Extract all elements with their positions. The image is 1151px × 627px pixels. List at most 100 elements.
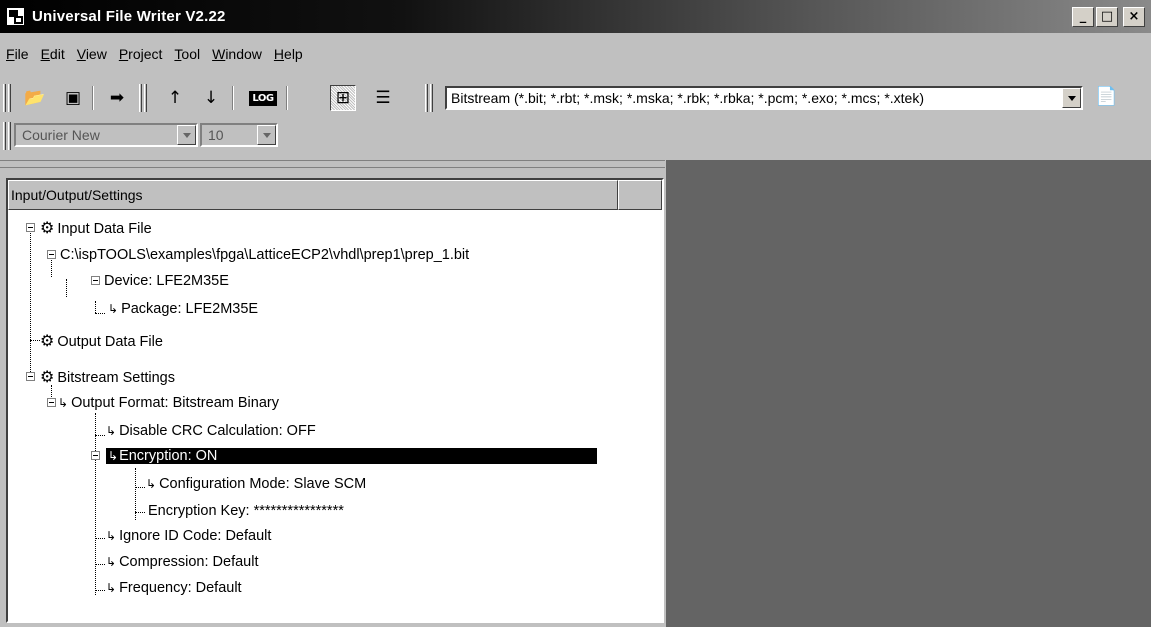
collapse-toggle[interactable] [47, 250, 56, 259]
tree-node-label: Compression: Default [119, 554, 259, 570]
font-name-dropdown-button[interactable] [177, 125, 196, 145]
property-arrow-icon: ↳ [106, 555, 117, 569]
open-folder-icon[interactable]: 📂 [22, 85, 48, 111]
tree-node-disable-crc[interactable]: ↳ Disable CRC Calculation: OFF [106, 420, 318, 442]
tree-node-frequency[interactable]: ↳ Frequency: Default [106, 577, 244, 599]
tree-view-icon[interactable]: ⊞ [330, 85, 356, 111]
font-size-select[interactable]: 10 [200, 123, 278, 147]
menu-edit-label: dit [49, 46, 65, 62]
app-icon[interactable] [6, 7, 25, 26]
tree-node-output-data-file[interactable]: ⚙ Output Data File [40, 330, 165, 352]
tree-connector [95, 564, 105, 565]
tree-node-label: Ignore ID Code: Default [119, 528, 272, 544]
property-arrow-icon: ↳ [58, 396, 69, 410]
property-arrow-icon: ↳ [108, 302, 119, 316]
close-button[interactable]: × [1123, 7, 1145, 27]
property-arrow-icon: ↳ [146, 477, 157, 491]
menu-view[interactable]: View [71, 44, 113, 68]
minimize-button[interactable]: _ [1072, 7, 1094, 27]
menu-file-label: ile [14, 46, 29, 62]
tree-node-encryption[interactable]: ↳Encryption: ON [106, 445, 598, 467]
title-bar: Universal File Writer V2.22 _ □ × [0, 0, 1151, 33]
tree-node-compression[interactable]: ↳ Compression: Default [106, 551, 260, 573]
toolbar-grip[interactable] [144, 84, 147, 112]
toolbar-separator [286, 86, 288, 110]
menu-project-mnemonic: P [118, 46, 129, 62]
toolbar-separator [92, 86, 94, 110]
save-icon[interactable]: ▣ [60, 85, 86, 111]
tree-node-label: Input Data File [57, 221, 152, 237]
list-view-icon[interactable]: ☰ [370, 85, 396, 111]
property-arrow-icon: ↳ [106, 581, 117, 595]
menu-bar: File Edit View Project Tool Window Help [0, 44, 309, 68]
file-type-dropdown-button[interactable] [1062, 88, 1081, 108]
menu-window-label: indow [225, 46, 262, 62]
panel-splitter[interactable] [0, 160, 665, 168]
font-size-dropdown-button[interactable] [257, 125, 276, 145]
tree-column-header[interactable]: Input/Output/Settings [8, 180, 618, 210]
font-name-value: Courier New [22, 127, 100, 143]
workspace-area [666, 160, 1151, 627]
menu-project[interactable]: Project [113, 44, 169, 68]
tree-node-encryption-key[interactable]: Encryption Key: **************** [146, 500, 346, 522]
tree-node-input-data-file[interactable]: ⚙ Input Data File [40, 217, 154, 239]
toolbar-grip[interactable] [3, 122, 6, 150]
file-type-value: Bitstream (*.bit; *.rbt; *.msk; *.mska; … [451, 90, 925, 106]
tree-node-configuration-mode[interactable]: ↳ Configuration Mode: Slave SCM [146, 473, 368, 495]
toolbar-grip[interactable] [425, 84, 428, 112]
tree-connector [30, 226, 31, 376]
tree-node-device[interactable]: Device: LFE2M35E [102, 270, 231, 292]
data-file-icon: ⚙ [40, 218, 55, 237]
file-type-select[interactable]: Bitstream (*.bit; *.rbt; *.msk; *.mska; … [445, 86, 1083, 110]
menu-tool[interactable]: Tool [168, 44, 206, 68]
tree-node-package[interactable]: ↳ Package: LFE2M35E [108, 298, 260, 320]
download-icon[interactable]: ↓ [198, 85, 224, 111]
tree-connector [95, 301, 96, 313]
tree-connector [135, 487, 145, 488]
tree-node-output-format[interactable]: ↳ Output Format: Bitstream Binary [58, 392, 281, 414]
menu-project-label: roject [128, 46, 163, 62]
tree-connector [95, 590, 105, 591]
menu-help[interactable]: Help [268, 44, 309, 68]
toolbar-grip[interactable] [3, 84, 6, 112]
menu-tool-label: ool [181, 46, 201, 62]
window-title: Universal File Writer V2.22 [32, 8, 226, 25]
tree-node-label: Configuration Mode: Slave SCM [159, 476, 367, 492]
tree-node-label: Output Data File [57, 334, 163, 350]
log-icon[interactable]: LOG [249, 85, 277, 111]
document-properties-icon[interactable]: 📄 [1095, 86, 1119, 110]
upload-icon[interactable]: ↑ [162, 85, 188, 111]
menu-help-label: elp [284, 46, 303, 62]
menu-help-mnemonic: H [273, 46, 285, 62]
tree-node-label: ↳Encryption: ON [106, 448, 598, 464]
font-toolbar: Courier New 10 [0, 118, 1151, 154]
tree-node-ignore-id-code[interactable]: ↳ Ignore ID Code: Default [106, 525, 273, 547]
data-file-icon: ⚙ [40, 331, 55, 350]
tree-node-bitstream-settings[interactable]: ⚙ Bitstream Settings [40, 366, 177, 388]
tree-connector [30, 340, 40, 341]
arrow-right-icon[interactable]: ➡ [104, 85, 130, 111]
property-arrow-icon: ↳ [108, 449, 119, 463]
tree-node-label-text: Encryption: ON [119, 448, 218, 464]
collapse-toggle[interactable] [91, 451, 100, 460]
collapse-toggle[interactable] [47, 398, 56, 407]
settings-tree-panel: Input/Output/Settings ⚙ Input Data File C… [6, 178, 664, 623]
log-label: LOG [249, 90, 277, 106]
tree-header-label: Input/Output/Settings [11, 187, 143, 203]
menu-window[interactable]: Window [206, 44, 268, 68]
collapse-toggle[interactable] [91, 276, 100, 285]
toolbar-grip[interactable] [430, 84, 433, 112]
collapse-toggle[interactable] [26, 372, 35, 381]
tree-connector [95, 538, 105, 539]
toolbar-grip[interactable] [8, 122, 11, 150]
font-name-select[interactable]: Courier New [14, 123, 198, 147]
tree-node-label: Device: LFE2M35E [104, 273, 229, 289]
maximize-button[interactable]: □ [1096, 7, 1118, 27]
toolbar-grip[interactable] [139, 84, 142, 112]
toolbar-grip[interactable] [8, 84, 11, 112]
menu-file[interactable]: File [0, 44, 35, 68]
menu-edit[interactable]: Edit [35, 44, 71, 68]
tree-header-filler [618, 180, 662, 210]
collapse-toggle[interactable] [26, 223, 35, 232]
tree-node-input-path[interactable]: C:\ispTOOLS\examples\fpga\LatticeECP2\vh… [58, 244, 471, 266]
